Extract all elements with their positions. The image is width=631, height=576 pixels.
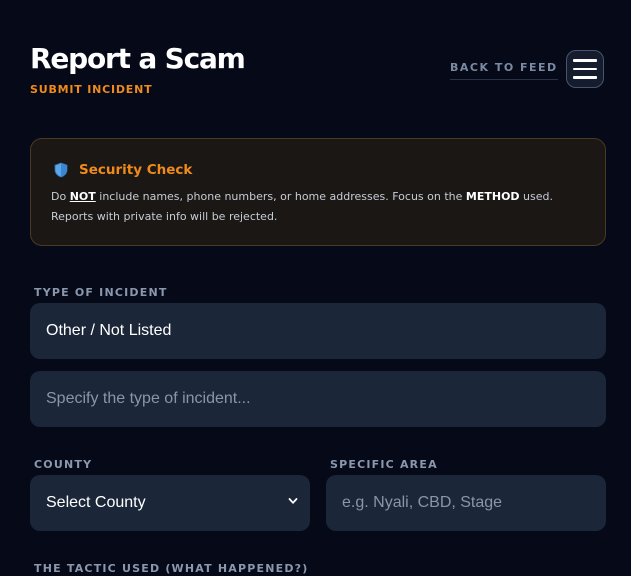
back-to-feed-link[interactable]: BACK TO FEED bbox=[450, 61, 558, 80]
alert-body-prefix: Do bbox=[51, 190, 70, 203]
hamburger-icon bbox=[573, 59, 597, 62]
alert-body-middle: include names, phone numbers, or home ad… bbox=[95, 190, 466, 203]
hamburger-icon-line bbox=[573, 76, 597, 79]
incident-other-input[interactable] bbox=[30, 371, 606, 427]
security-check-alert: Security Check Do NOT include names, pho… bbox=[30, 138, 606, 246]
alert-body: Do NOT include names, phone numbers, or … bbox=[51, 187, 591, 227]
page-subtitle: SUBMIT INCIDENT bbox=[30, 83, 153, 96]
shield-icon bbox=[54, 162, 68, 178]
incident-type-select[interactable]: Other / Not Listed bbox=[30, 303, 606, 359]
alert-emphasis-method: METHOD bbox=[465, 190, 520, 203]
incident-type-value: Other / Not Listed bbox=[46, 322, 172, 339]
county-select[interactable]: Select County bbox=[30, 475, 310, 531]
incident-type-label: TYPE OF INCIDENT bbox=[34, 286, 168, 299]
specific-area-input[interactable] bbox=[326, 475, 606, 531]
tactic-label: THE TACTIC USED (WHAT HAPPENED?) bbox=[34, 562, 309, 575]
county-label: COUNTY bbox=[34, 458, 93, 471]
report-scam-page: Report a Scam SUBMIT INCIDENT BACK TO FE… bbox=[0, 0, 631, 576]
alert-title: Security Check bbox=[79, 162, 193, 178]
menu-button[interactable] bbox=[566, 50, 604, 88]
county-value: Select County bbox=[46, 494, 146, 511]
hamburger-icon-line bbox=[573, 67, 597, 71]
chevron-down-icon bbox=[288, 498, 298, 504]
page-title: Report a Scam bbox=[30, 42, 246, 75]
specific-area-label: SPECIFIC AREA bbox=[330, 458, 438, 471]
alert-emphasis-not: NOT bbox=[69, 190, 96, 203]
